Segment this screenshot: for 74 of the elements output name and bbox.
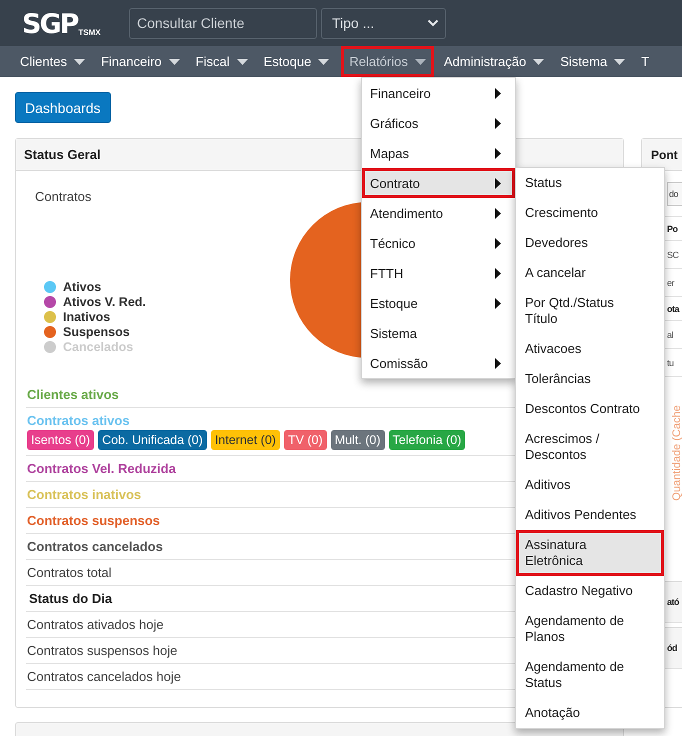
submenu-item[interactable]: Aditivos	[516, 470, 664, 500]
legend-item[interactable]: Inativos	[44, 309, 288, 324]
submenu-item[interactable]: Agendamento de Status	[516, 652, 664, 698]
menu-item[interactable]: Estoque	[362, 288, 515, 318]
side-label: tu	[667, 358, 674, 368]
menu-item[interactable]: Gráficos	[362, 108, 515, 138]
submenu-item[interactable]: Crescimento	[516, 198, 664, 228]
axis-label: Quantidade (Cache	[671, 405, 682, 501]
status-label: Contratos suspensos	[27, 513, 160, 528]
nav-menu-item[interactable]: Estoque	[264, 46, 330, 77]
status-label: Contratos Vel. Reduzida	[27, 461, 176, 476]
menu-item[interactable]: FTTH	[362, 258, 515, 288]
chevron-down-icon	[427, 19, 439, 27]
nav-menu-item[interactable]: Relatórios	[341, 46, 434, 77]
search-field[interactable]: Consultar Cliente	[129, 8, 317, 38]
status-label: Contratos inativos	[27, 487, 142, 502]
submenu-item[interactable]: Por Qtd./Status Título	[516, 288, 664, 334]
menu-item[interactable]: Financeiro	[362, 78, 515, 108]
legend-item[interactable]: Ativos V. Red.	[44, 294, 288, 309]
menu-item[interactable]: Técnico	[362, 228, 515, 258]
menu-item[interactable]: Contrato	[362, 168, 515, 198]
nav-menu-item[interactable]: Sistema	[560, 46, 626, 77]
count-badge: TV (0)	[284, 430, 327, 450]
status-label: Contratos total	[27, 565, 112, 580]
side-label: ód	[667, 643, 677, 653]
nav-menu-item[interactable]: Administração	[444, 46, 544, 77]
submenu-item[interactable]: Agendamento de Planos	[516, 606, 664, 652]
status-label: Status do Dia	[29, 591, 112, 606]
menu-item[interactable]: Sistema	[362, 318, 515, 348]
status-label: Contratos suspensos hoje	[27, 643, 178, 658]
side-label: ató	[667, 597, 679, 607]
side-label: ota	[667, 304, 679, 314]
submenu-item[interactable]: Anotação	[516, 698, 664, 728]
dashboards-button[interactable]: Dashboards	[15, 92, 110, 123]
submenu-item[interactable]: Tolerâncias	[516, 364, 664, 394]
legend-item[interactable]: Suspensos	[44, 324, 288, 339]
logo-text: SGP	[22, 11, 78, 39]
input-field[interactable]: do	[667, 182, 682, 206]
logo-subtext: TSMX	[78, 28, 101, 37]
menu-item[interactable]: Comissão	[362, 348, 515, 378]
side-label: SC	[667, 250, 679, 260]
count-badge: Mult. (0)	[330, 430, 385, 450]
submenu-item[interactable]: Cadastro Negativo	[516, 576, 664, 606]
side-label: al	[667, 330, 674, 340]
count-badge: Isentos (0)	[27, 430, 94, 450]
count-badge: Telefonia (0)	[388, 430, 466, 450]
panel-title: Pont	[651, 148, 678, 162]
side-label: Po	[667, 224, 678, 234]
submenu-item[interactable]: Status	[516, 168, 664, 198]
menu-item[interactable]: Mapas	[362, 138, 515, 168]
side-label: er	[667, 278, 674, 288]
nav-menu-item[interactable]: Financeiro	[100, 46, 180, 77]
chart-title: Contratos	[35, 189, 92, 204]
status-label: Contratos cancelados hoje	[27, 669, 181, 684]
status-label: Contratos ativos	[27, 413, 130, 428]
nav-menu-item[interactable]: T	[641, 46, 650, 77]
count-badge: Cob. Unificada (0)	[98, 430, 207, 450]
type-select[interactable]: Tipo ...	[321, 8, 446, 38]
nav-menu-item[interactable]: Fiscal	[196, 46, 248, 77]
submenu-item[interactable]: Acrescimos / Descontos	[516, 424, 664, 470]
legend-item[interactable]: Ativos	[44, 279, 288, 294]
submenu-item[interactable]: Devedores	[516, 228, 664, 258]
submenu-item[interactable]: Assinatura Eletrônica	[516, 530, 664, 576]
count-badge: Internet (0)	[210, 430, 280, 450]
menu-item[interactable]: Atendimento	[362, 198, 515, 228]
status-label: Contratos ativados hoje	[27, 617, 164, 632]
submenu-item[interactable]: A cancelar	[516, 258, 664, 288]
submenu-item[interactable]: Descontos Contrato	[516, 394, 664, 424]
status-label: Contratos cancelados	[27, 539, 163, 554]
status-label: Clientes ativos	[27, 387, 119, 402]
submenu-item[interactable]: Ativacoes	[516, 334, 664, 364]
nav-menu-item[interactable]: Clientes	[20, 46, 85, 77]
submenu-item[interactable]: Aditivos Pendentes	[516, 500, 664, 530]
panel-title: Status Geral	[24, 147, 101, 162]
